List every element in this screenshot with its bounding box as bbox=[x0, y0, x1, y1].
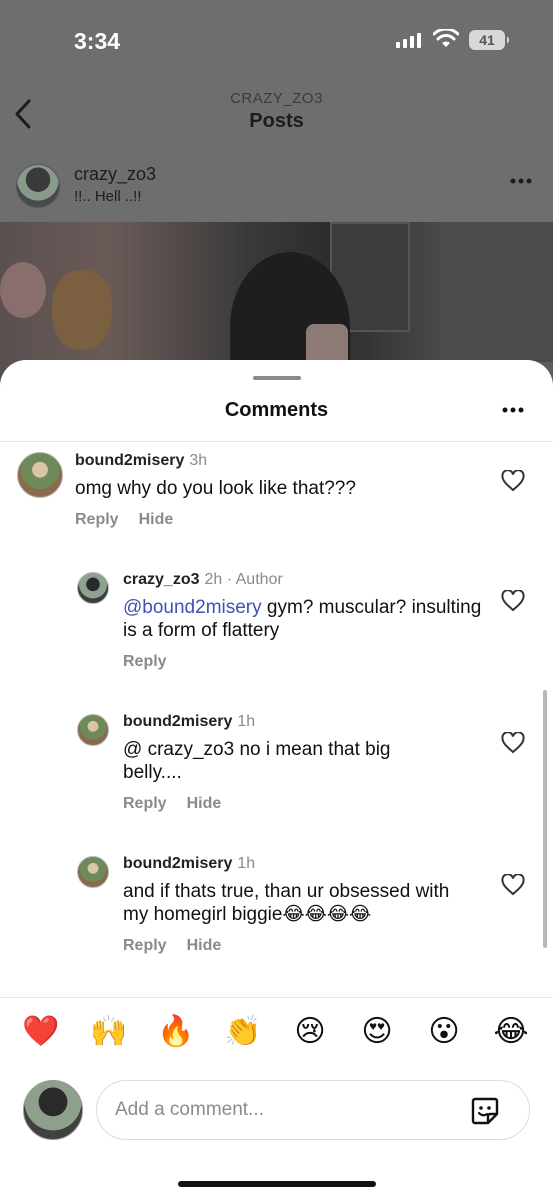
comment-actions: Reply Hide bbox=[75, 511, 193, 529]
reaction-clapping-emoji[interactable]: 👏 bbox=[223, 1012, 263, 1052]
user-mention-link[interactable]: @bound2misery bbox=[123, 597, 262, 618]
heart-icon[interactable] bbox=[501, 470, 525, 492]
heart-icon[interactable] bbox=[501, 874, 525, 896]
post-header: crazy_zo3 !!.. Hell ..!! bbox=[0, 158, 553, 218]
sheet-header-divider bbox=[0, 441, 553, 442]
comment-text: omg why do you look like that??? bbox=[75, 478, 356, 499]
home-indicator[interactable] bbox=[178, 1181, 376, 1187]
quick-reactions-bar: ❤️ 🙌 🔥 👏 😢 😍 😮 😂 bbox=[0, 1012, 553, 1062]
reply-button[interactable]: Reply bbox=[123, 653, 167, 670]
avatar[interactable] bbox=[77, 856, 109, 888]
post-background: 3:34 41 CRAZY_ZO3 Posts crazy_zo3 !!.. H… bbox=[0, 0, 553, 402]
hide-button[interactable]: Hide bbox=[187, 937, 222, 954]
comment-input[interactable]: Add a comment... bbox=[96, 1080, 530, 1140]
comment-actions: Reply Hide bbox=[123, 937, 241, 955]
comment-meta: bound2misery 1h bbox=[123, 855, 255, 873]
comment-username[interactable]: bound2misery bbox=[75, 452, 184, 469]
reaction-heart-emoji[interactable]: ❤️ bbox=[21, 1012, 61, 1052]
reaction-laughing-emoji[interactable]: 😂 bbox=[491, 1012, 531, 1052]
comment-time: 2h · Author bbox=[204, 571, 283, 588]
more-options-icon[interactable] bbox=[509, 176, 533, 186]
sheet-grabber-handle[interactable] bbox=[253, 376, 301, 380]
comment-time: 3h bbox=[189, 452, 208, 469]
status-time: 3:34 bbox=[74, 28, 121, 54]
nav-subtitle: CRAZY_ZO3 bbox=[230, 90, 323, 107]
scrollbar[interactable] bbox=[543, 690, 547, 948]
comment-meta: bound2misery 1h bbox=[123, 713, 255, 731]
reaction-surprised-emoji[interactable]: 😮 bbox=[424, 1012, 464, 1052]
post-caption: !!.. Hell ..!! bbox=[74, 188, 142, 205]
comment-text: @ crazy_zo3 no i mean that big belly.... bbox=[123, 739, 391, 783]
reply-button[interactable]: Reply bbox=[123, 795, 167, 812]
sticker-icon[interactable] bbox=[469, 1095, 501, 1127]
comment-text: and if thats true, than ur obsessed with… bbox=[123, 881, 450, 925]
reply-button[interactable]: Reply bbox=[123, 937, 167, 954]
hide-button[interactable]: Hide bbox=[139, 511, 174, 528]
comment-username[interactable]: crazy_zo3 bbox=[123, 571, 200, 588]
avatar[interactable] bbox=[77, 572, 109, 604]
comment-username[interactable]: bound2misery bbox=[123, 713, 232, 730]
sheet-title: Comments bbox=[224, 399, 329, 421]
comment-username[interactable]: bound2misery bbox=[123, 855, 232, 872]
current-user-avatar bbox=[23, 1080, 83, 1140]
reaction-raising-hands-emoji[interactable]: 🙌 bbox=[89, 1012, 129, 1052]
comment-meta: bound2misery 3h bbox=[75, 452, 207, 470]
battery-icon: 41 bbox=[469, 30, 509, 50]
reaction-crying-emoji[interactable]: 😢 bbox=[290, 1012, 330, 1052]
avatar[interactable] bbox=[17, 452, 63, 498]
heart-icon[interactable] bbox=[501, 590, 525, 612]
comment-input-placeholder: Add a comment... bbox=[115, 1099, 264, 1120]
post-author-avatar[interactable] bbox=[16, 164, 60, 208]
comment-meta: crazy_zo3 2h · Author bbox=[123, 571, 283, 589]
comment-text: @bound2misery gym? muscular? insulting i… bbox=[123, 597, 482, 641]
comment-time: 1h bbox=[237, 713, 256, 730]
heart-icon[interactable] bbox=[501, 732, 525, 754]
reply-button[interactable]: Reply bbox=[75, 511, 119, 528]
comment-time: 1h bbox=[237, 855, 256, 872]
hide-button[interactable]: Hide bbox=[187, 795, 222, 812]
composer-divider bbox=[0, 997, 553, 998]
comment-actions: Reply bbox=[123, 653, 187, 671]
post-author-username[interactable]: crazy_zo3 bbox=[74, 164, 156, 185]
more-options-icon[interactable] bbox=[501, 406, 525, 414]
reaction-heart-eyes-emoji[interactable]: 😍 bbox=[357, 1012, 397, 1052]
nav-title: Posts bbox=[249, 110, 304, 132]
wifi-icon bbox=[433, 29, 459, 47]
reaction-fire-emoji[interactable]: 🔥 bbox=[156, 1012, 196, 1052]
avatar[interactable] bbox=[77, 714, 109, 746]
status-bar: 3:34 41 bbox=[0, 0, 553, 84]
comment-actions: Reply Hide bbox=[123, 795, 241, 813]
cellular-signal-icon bbox=[396, 33, 421, 48]
